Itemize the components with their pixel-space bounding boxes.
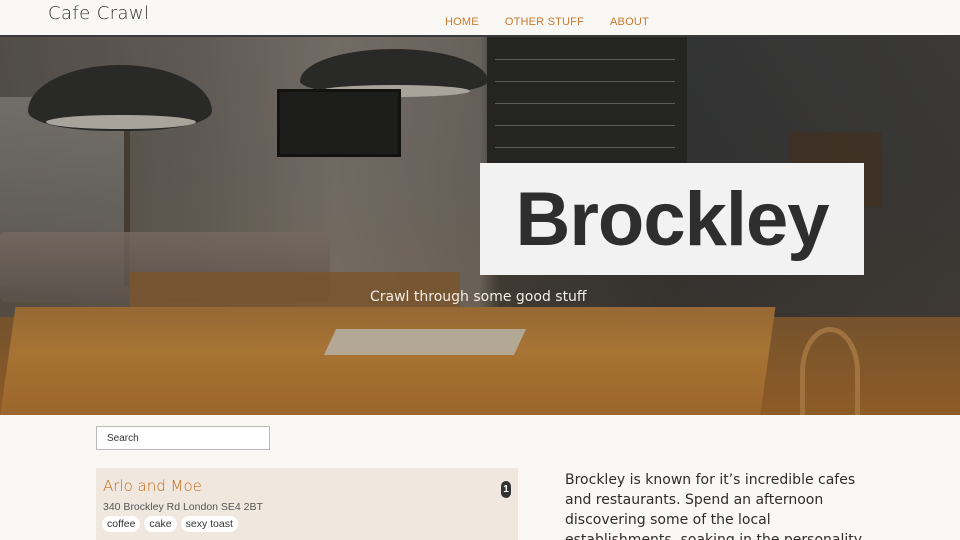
listing-address: 340 Brockley Rd London SE4 2BT <box>103 501 263 513</box>
tag-chip[interactable]: coffee <box>102 516 141 532</box>
listing-card[interactable]: Arlo and Moe 1 340 Brockley Rd London SE… <box>96 468 518 540</box>
intro-paragraph: Brockley is known for it’s incredible ca… <box>565 472 863 540</box>
listing-title[interactable]: Arlo and Moe <box>103 477 202 495</box>
tag-chip[interactable]: sexy toast <box>180 516 238 532</box>
nav-other-stuff-link[interactable]: OTHER STUFF <box>505 16 584 28</box>
main-nav: HOME OTHER STUFF ABOUT <box>445 16 649 28</box>
listing-count-badge: 1 <box>501 481 511 498</box>
hero-banner: Brockley Crawl through some good stuff <box>0 37 960 415</box>
listing-tags: coffee cake sexy toast <box>102 516 238 532</box>
hero-title-box: Brockley <box>480 163 864 275</box>
nav-about-link[interactable]: ABOUT <box>610 16 649 28</box>
page-title: Brockley <box>515 176 829 262</box>
search-input[interactable] <box>96 426 270 450</box>
nav-home-link[interactable]: HOME <box>445 16 479 28</box>
brand-logo[interactable]: Cafe Crawl <box>48 3 149 24</box>
tag-chip[interactable]: cake <box>144 516 177 532</box>
hero-tagline: Crawl through some good stuff <box>370 289 587 305</box>
top-navbar: Cafe Crawl HOME OTHER STUFF ABOUT <box>0 0 960 37</box>
